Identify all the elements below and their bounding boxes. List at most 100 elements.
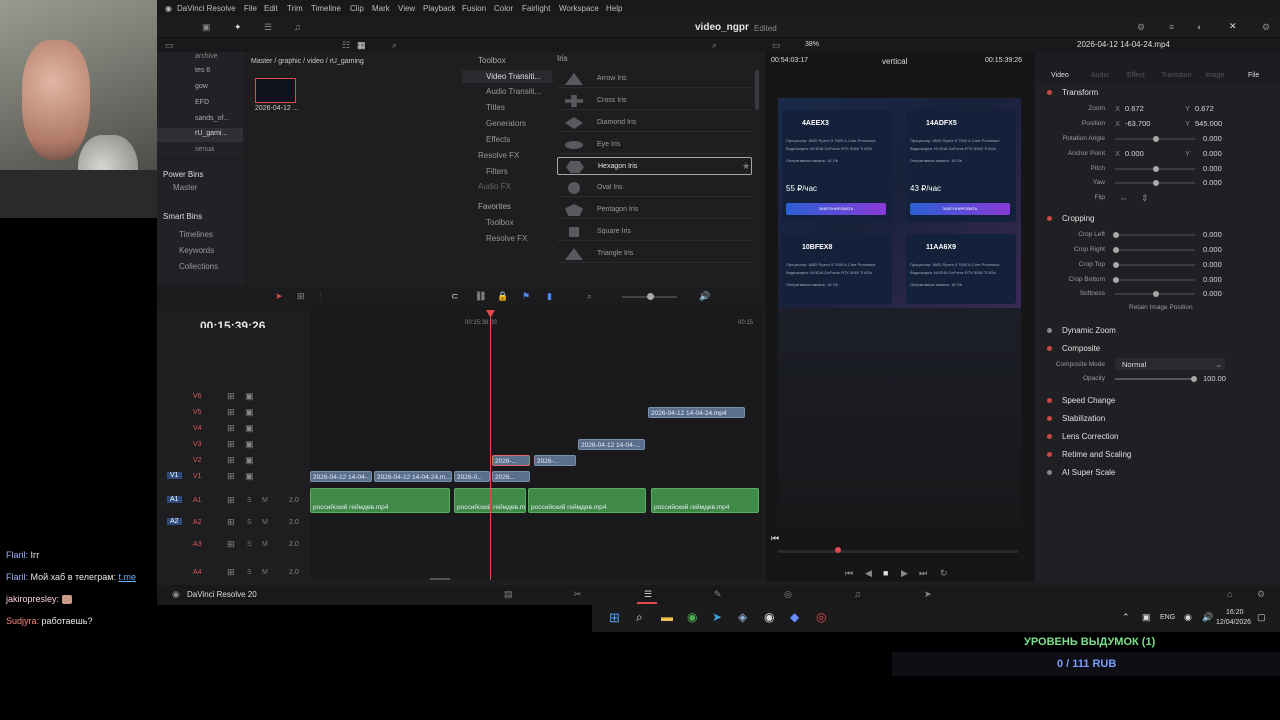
- flag-icon[interactable]: ⚑: [522, 291, 530, 302]
- crop-slider[interactable]: [1113, 262, 1119, 268]
- tray-chevron-icon[interactable]: ⌃: [1122, 612, 1130, 623]
- timeline-scrollbar[interactable]: [430, 578, 450, 580]
- settings-icon[interactable]: ⚙: [1262, 22, 1270, 33]
- marker-icon[interactable]: ▮: [547, 291, 552, 302]
- enabled-dot[interactable]: [1047, 346, 1052, 351]
- list-view-icon[interactable]: ☷: [342, 40, 350, 51]
- playhead[interactable]: [490, 314, 491, 580]
- menu-playback[interactable]: Playback: [423, 4, 455, 13]
- track-lock-icon[interactable]: ⊞: [227, 455, 235, 466]
- track-toggle-icon[interactable]: ▣: [245, 439, 254, 450]
- deliver-page-icon[interactable]: ➤: [924, 589, 932, 600]
- flip-vertical-icon[interactable]: ⇕: [1141, 193, 1149, 204]
- iris-item[interactable]: Arrow Iris: [557, 70, 752, 88]
- yaw-field[interactable]: 0.000: [1203, 178, 1222, 187]
- track-toggle-icon[interactable]: ▣: [245, 407, 254, 418]
- iris-item-selected[interactable]: Hexagon Iris ★: [557, 157, 752, 175]
- disabled-dot[interactable]: [1047, 470, 1052, 475]
- menu-fusion[interactable]: Fusion: [462, 4, 486, 13]
- softness-slider[interactable]: [1153, 291, 1159, 297]
- bin-item[interactable]: tes 6: [195, 67, 210, 74]
- menu-edit[interactable]: Edit: [264, 4, 278, 13]
- track-toggle-icon[interactable]: ▣: [245, 423, 254, 434]
- iris-item[interactable]: Eye Iris: [557, 136, 752, 154]
- fusion-page-icon[interactable]: ✎: [714, 589, 722, 600]
- tab-file[interactable]: File: [1248, 72, 1259, 79]
- anchor-y-field[interactable]: 0.000: [1203, 149, 1222, 158]
- network-icon[interactable]: ◉: [1184, 612, 1192, 623]
- pitch-slider[interactable]: [1153, 166, 1159, 172]
- volume-icon[interactable]: 🔊: [699, 291, 710, 302]
- retain-image-position[interactable]: Retain Image Position: [1129, 304, 1193, 311]
- iris-item[interactable]: Square Iris: [557, 223, 752, 241]
- bin-item[interactable]: sands_of...: [195, 115, 229, 122]
- selection-tool-icon[interactable]: ➤: [275, 291, 283, 302]
- enabled-dot[interactable]: [1047, 90, 1052, 95]
- tab-video[interactable]: Video: [1051, 72, 1069, 79]
- media-pool-icon[interactable]: ▣: [202, 22, 211, 33]
- track-patch[interactable]: A2: [167, 518, 182, 525]
- tree-resolve-fx[interactable]: Resolve FX: [478, 151, 519, 160]
- chrome-icon[interactable]: ◉: [687, 610, 697, 624]
- loop-icon[interactable]: ↻: [940, 568, 948, 579]
- menu-file[interactable]: File: [244, 4, 257, 13]
- menu-help[interactable]: Help: [606, 4, 622, 13]
- tree-filters[interactable]: Filters: [486, 167, 508, 176]
- position-y-field[interactable]: 545.000: [1195, 119, 1222, 128]
- master-bin[interactable]: Master: [173, 183, 197, 192]
- settings-icon[interactable]: ⚙: [1257, 589, 1265, 600]
- menu-app[interactable]: DaVinci Resolve: [177, 4, 236, 13]
- bin-item[interactable]: archive: [195, 53, 218, 60]
- timeline-name[interactable]: vertical: [882, 57, 907, 66]
- cut-page-icon[interactable]: ✂: [574, 589, 582, 600]
- effects-icon[interactable]: ✦: [234, 22, 242, 33]
- search-icon[interactable]: ⌕: [712, 40, 717, 51]
- track-lock-icon[interactable]: ⊞: [227, 391, 235, 402]
- menu-workspace[interactable]: Workspace: [559, 4, 599, 13]
- cropping-section[interactable]: Cropping: [1035, 210, 1275, 228]
- bin-item[interactable]: senua: [195, 146, 214, 153]
- transform-section[interactable]: Transform: [1035, 84, 1275, 102]
- crop-field[interactable]: 0.000: [1203, 230, 1222, 239]
- play-toggle-icon[interactable]: ⏮: [771, 533, 779, 544]
- pitch-field[interactable]: 0.000: [1203, 164, 1222, 173]
- chat-link[interactable]: t.me: [118, 572, 136, 582]
- menu-timeline[interactable]: Timeline: [311, 4, 341, 13]
- smart-bin-timelines[interactable]: Timelines: [179, 230, 213, 239]
- speed-change-section[interactable]: Speed Change: [1035, 392, 1275, 410]
- track-toggle-icon[interactable]: ▣: [245, 391, 254, 402]
- enabled-dot[interactable]: [1047, 452, 1052, 457]
- track-toggle-icon[interactable]: ▣: [245, 471, 254, 482]
- menu-view[interactable]: View: [398, 4, 415, 13]
- iris-item[interactable]: Triangle Iris: [557, 245, 752, 263]
- tab-audio[interactable]: Audio: [1091, 72, 1109, 79]
- track-lock-icon[interactable]: ⊞: [227, 423, 235, 434]
- tree-effects[interactable]: Effects: [486, 135, 510, 144]
- lock-icon[interactable]: 🔒: [497, 291, 508, 302]
- fairlight-page-icon[interactable]: ♫: [854, 589, 861, 599]
- home-icon[interactable]: ⌂: [1227, 589, 1232, 599]
- opacity-field[interactable]: 100.00: [1203, 374, 1226, 383]
- audio-clip[interactable]: российский геймдев.mp4: [651, 488, 759, 513]
- video-clip[interactable]: 2026-...: [492, 455, 530, 466]
- inspector-icon[interactable]: ⚙: [1137, 22, 1145, 33]
- opacity-slider[interactable]: [1191, 376, 1197, 382]
- timeline-ruler[interactable]: 00:15:38:00 00:15: [310, 308, 763, 328]
- rotation-field[interactable]: 0.000: [1203, 134, 1222, 143]
- metadata-icon[interactable]: ◐: [1197, 22, 1202, 32]
- video-preview[interactable]: 4AEEX3 Процессор: AMD Ryzen 5 7600 6-Cor…: [778, 98, 1021, 524]
- flip-horizontal-icon[interactable]: ⇔: [1119, 193, 1128, 203]
- play-icon[interactable]: ▶: [901, 568, 908, 579]
- menu-mark[interactable]: Mark: [372, 4, 390, 13]
- media-page-icon[interactable]: ▤: [504, 589, 513, 600]
- notification-icon[interactable]: ▢: [1257, 612, 1266, 623]
- track-lock-icon[interactable]: ⊞: [227, 471, 235, 482]
- tools-icon[interactable]: ✕: [1229, 21, 1237, 32]
- trim-tool-icon[interactable]: ⊞: [297, 291, 305, 302]
- menu-color[interactable]: Color: [494, 4, 513, 13]
- track-lock-icon[interactable]: ⊞: [227, 495, 235, 506]
- resolve-taskbar-icon[interactable]: ◉: [764, 610, 774, 624]
- crop-field[interactable]: 0.000: [1203, 245, 1222, 254]
- enabled-dot[interactable]: [1047, 216, 1052, 221]
- track-patch[interactable]: V1: [167, 472, 182, 479]
